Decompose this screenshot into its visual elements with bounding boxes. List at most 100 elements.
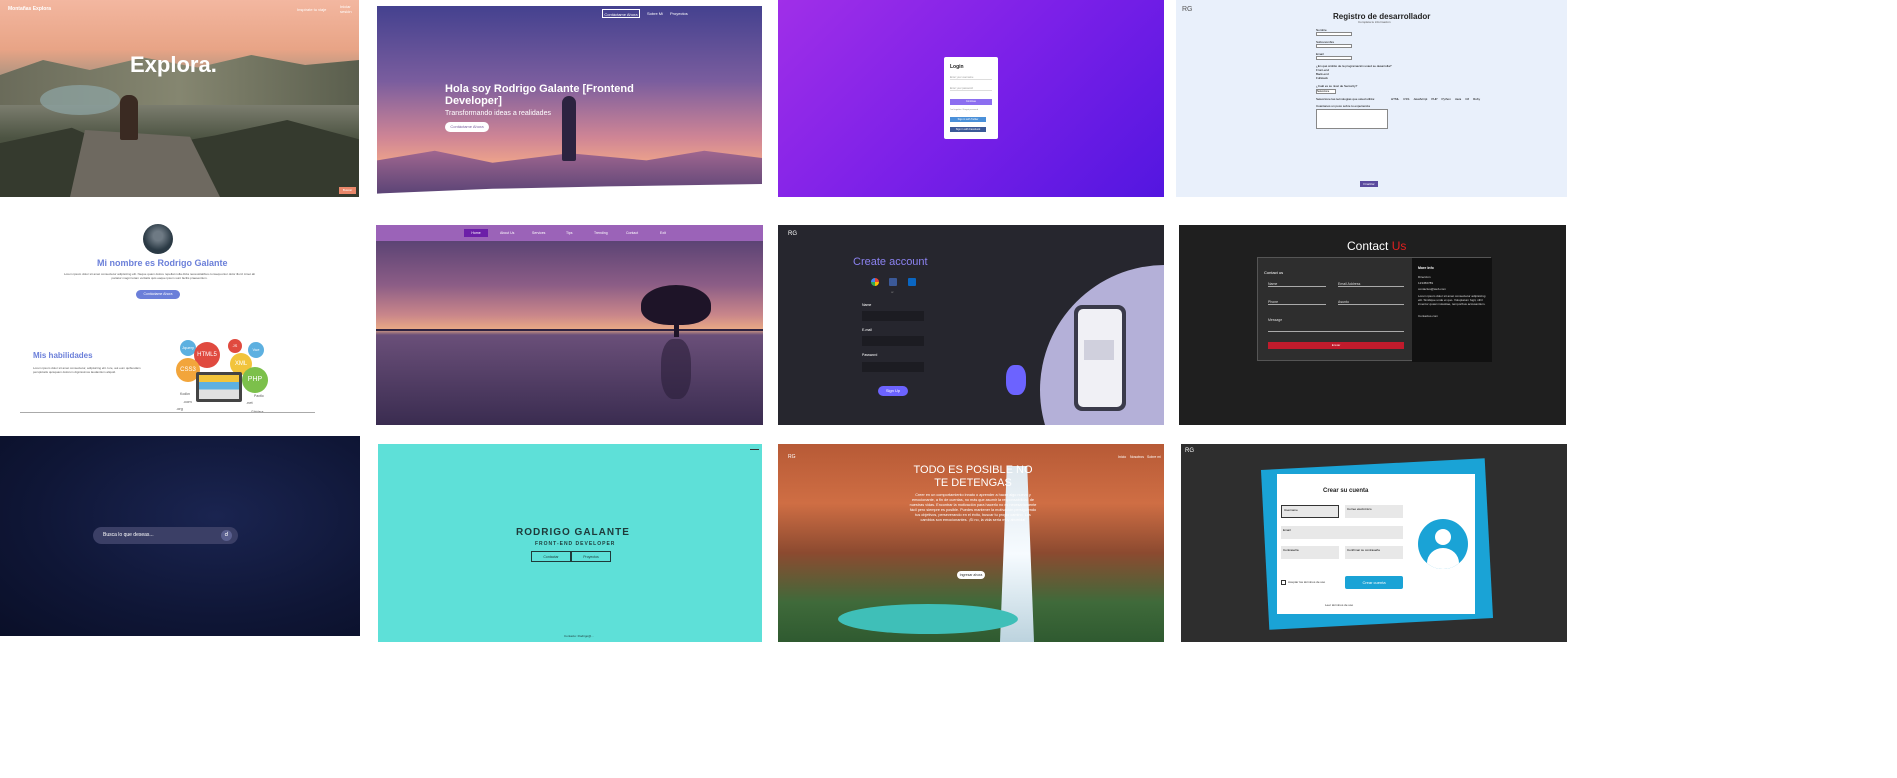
avatar: [143, 224, 173, 254]
tile-rodrigo-hero: Contáctame Ahora Sobre Mí Proyectos Hola…: [377, 6, 762, 194]
login-card: Login Enter your username Enter your pas…: [944, 57, 998, 139]
twitter-button[interactable]: Sign in with Twitter: [950, 117, 986, 122]
terms-checkbox[interactable]: [1281, 580, 1286, 585]
send-button[interactable]: Enviar: [1268, 342, 1404, 349]
nav-link[interactable]: Inspírate tu viaje: [297, 7, 326, 12]
hero-title: Explora.: [130, 52, 217, 77]
search-icon[interactable]: ☌: [221, 530, 232, 541]
domain-label: .net: [246, 400, 253, 405]
terms-link[interactable]: Leer términos de uso: [1325, 603, 1353, 607]
area-option[interactable]: Fullstack: [1316, 76, 1328, 80]
nav-me[interactable]: Sobre mi: [1147, 455, 1161, 459]
nav-tips[interactable]: Tips: [566, 231, 572, 235]
tree-reflection: [661, 339, 691, 399]
facebook-icon[interactable]: [889, 278, 897, 286]
tech-option[interactable]: JavaScript: [1413, 97, 1427, 101]
signup-button[interactable]: Sign Up: [878, 386, 908, 396]
form-title: Create account: [853, 256, 928, 268]
brand[interactable]: Montañas Explora: [8, 6, 51, 12]
name-field[interactable]: Name: [1268, 282, 1326, 287]
info-link[interactable]: Contactus.com: [1418, 314, 1438, 318]
cta-button[interactable]: Ingresar ahora: [957, 571, 985, 579]
google-icon[interactable]: [871, 278, 879, 286]
nav-user[interactable]: Iniciar sesión: [340, 4, 359, 14]
about-textarea[interactable]: [1316, 109, 1388, 129]
nav-projects[interactable]: Proyectos: [670, 11, 688, 16]
nav-exit[interactable]: Exit: [660, 231, 666, 235]
divider-or: or: [891, 290, 894, 294]
email-input[interactable]: [1316, 56, 1352, 60]
corner-button[interactable]: Buscar: [339, 187, 356, 194]
email-input-2[interactable]: Email: [1281, 526, 1403, 539]
laptop-icon: [196, 372, 242, 402]
phone-field[interactable]: Phone: [1268, 300, 1326, 305]
tree-trunk: [674, 317, 679, 337]
email-input[interactable]: Correo electrónico: [1345, 505, 1403, 518]
password-confirm-input[interactable]: Confirmar su contraseña: [1345, 546, 1403, 559]
tech-option[interactable]: Java: [1455, 97, 1461, 101]
password-input[interactable]: [862, 362, 924, 372]
skills-title: Mis habilidades: [33, 351, 93, 360]
username-input[interactable]: Username: [1281, 505, 1339, 518]
message-field[interactable]: Message: [1268, 318, 1404, 332]
tech-question: Seleccione las tecnologías que usted uti…: [1316, 97, 1375, 101]
facebook-button[interactable]: Sign in with Facebook: [950, 127, 986, 132]
lotus-icon: [1084, 340, 1114, 360]
cta-button[interactable]: Contáctame Ahora: [445, 122, 489, 132]
submit-button[interactable]: Finalizar: [1360, 181, 1378, 187]
title-b: Us: [1391, 239, 1407, 253]
projects-button[interactable]: Proyectos: [571, 551, 611, 562]
tech-option[interactable]: Python: [1442, 97, 1451, 101]
name-input[interactable]: [1316, 32, 1352, 36]
email-field[interactable]: Email Address: [1338, 282, 1404, 287]
password-input[interactable]: Enter your password: [950, 87, 992, 91]
email-input[interactable]: [862, 336, 924, 346]
domain-label: .org: [176, 406, 183, 411]
search-bar[interactable]: Busca lo que deseas... ☌: [93, 527, 238, 544]
tile-login: Login Enter your username Enter your pas…: [778, 0, 1164, 197]
nav-services[interactable]: Services: [532, 231, 545, 235]
logo: RG: [788, 454, 796, 460]
nav-contact[interactable]: Contact: [626, 231, 638, 235]
bubble-php: PHP: [242, 367, 268, 393]
tech-option[interactable]: C#: [1465, 97, 1469, 101]
hero-title: TODO ES POSIBLE NO TE DETENGAS: [913, 464, 1033, 489]
create-account-button[interactable]: Crear cuenta: [1345, 576, 1403, 589]
tile-contact-us: Contact Us Contact us Name Email Address…: [1179, 225, 1566, 425]
tile-crear-cuenta: RG Crear su cuenta Username Correo elect…: [1181, 444, 1567, 642]
menu-icon[interactable]: [750, 449, 759, 450]
level-select[interactable]: Seleccione: [1316, 89, 1336, 94]
name-input[interactable]: [862, 311, 924, 321]
nav-home[interactable]: Inicio: [1118, 455, 1126, 459]
tech-option[interactable]: CSS: [1403, 97, 1409, 101]
nav-about[interactable]: About Us: [500, 231, 514, 235]
tech-option[interactable]: PHP: [1431, 97, 1437, 101]
login-title: Login: [950, 64, 964, 70]
lastname-input[interactable]: [1316, 44, 1352, 48]
search-input[interactable]: Busca lo que deseas...: [103, 532, 154, 538]
nav-about[interactable]: Nosotros: [1130, 455, 1144, 459]
nav-about[interactable]: Sobre Mí: [647, 11, 663, 16]
cta-button[interactable]: Contáctame Ahora: [136, 290, 180, 299]
level-question: ¿Cuál es su nivel de Seniority?: [1316, 84, 1358, 88]
tech-option[interactable]: Ruby: [1473, 97, 1480, 101]
about-question: Cuéntanos un poco sobre tu experiencia: [1316, 104, 1370, 108]
username-input[interactable]: Enter your username: [950, 76, 992, 80]
logo: RG: [1182, 6, 1193, 13]
info-address: Dirección: [1418, 275, 1431, 279]
continue-button[interactable]: Continue: [950, 99, 992, 105]
linkedin-icon[interactable]: [908, 278, 916, 286]
tile-waterfall: RG Inicio Nosotros Sobre mi TODO ES POSI…: [778, 444, 1164, 642]
contact-card: Contact us Name Email Address Phone Asun…: [1257, 257, 1492, 362]
name-title: RODRIGO GALANTE: [516, 527, 630, 538]
nav-trending[interactable]: Trending: [594, 231, 608, 235]
tech-option[interactable]: HTML: [1391, 97, 1399, 101]
subject-field[interactable]: Asunto: [1338, 300, 1404, 305]
nav-home[interactable]: Home: [464, 229, 488, 237]
nav-contact[interactable]: Contáctame Ahora: [602, 9, 640, 18]
tech-list: HTML CSS JavaScript PHP Python Java C# R…: [1391, 97, 1480, 101]
forgot-link[interactable]: I've forgotten / Forgot password: [950, 109, 978, 111]
password-input[interactable]: Contraseña: [1281, 546, 1339, 559]
logo: RG: [1185, 448, 1194, 454]
contact-button[interactable]: Contactar: [531, 551, 571, 562]
